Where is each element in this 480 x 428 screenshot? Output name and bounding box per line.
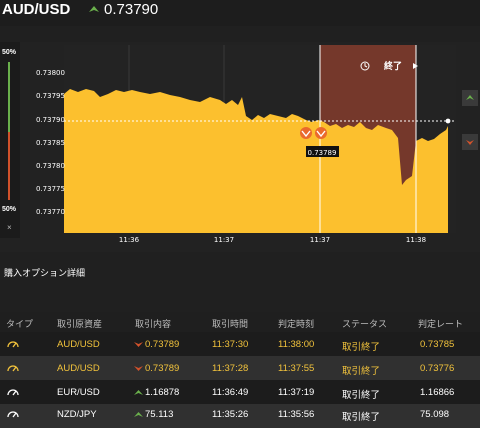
y-tick-6: 0.73770 xyxy=(36,208,65,216)
put-button[interactable] xyxy=(462,134,478,150)
table-header: タイプ 取引原資産 取引内容 取引時間 判定時刻 ステータス 判定レート xyxy=(0,312,480,332)
row-judge-time: 11:37:55 xyxy=(278,363,315,374)
row-status: 取引終了 xyxy=(342,390,381,401)
y-tick-3: 0.73785 xyxy=(36,139,65,147)
header-bar: AUD/USD 0.73790 xyxy=(0,0,480,26)
gauge-icon xyxy=(7,411,19,418)
row-entry: 1.16878 xyxy=(145,387,180,398)
x-tick-2: 11:37 xyxy=(310,236,330,244)
row-judge-time: 11:38:00 xyxy=(278,339,315,350)
row-time: 11:35:26 xyxy=(212,409,249,420)
call-button[interactable] xyxy=(462,90,478,106)
row-rate: 0.73776 xyxy=(420,363,455,374)
end-label: 終了 xyxy=(384,60,402,72)
y-tick-2: 0.73790 xyxy=(36,116,65,124)
pair-label: AUD/USD xyxy=(2,1,71,18)
arrow-up-icon xyxy=(466,95,474,100)
table-row[interactable]: EUR/USD 1.16878 11:36:49 11:37:19 取引終了 1… xyxy=(0,380,480,404)
y-tick-0: 0.73800 xyxy=(36,69,65,77)
row-judge-time: 11:37:19 xyxy=(278,387,315,398)
row-judge-time: 11:35:56 xyxy=(278,409,315,420)
col-type: タイプ xyxy=(6,319,34,329)
row-entry: 75.113 xyxy=(145,409,174,420)
row-asset: EUR/USD xyxy=(57,387,100,398)
col-time: 取引時間 xyxy=(212,319,249,329)
direction-down-icon xyxy=(134,366,143,371)
trend-up-icon xyxy=(89,6,99,12)
col-asset: 取引原資産 xyxy=(57,319,103,329)
x-tick-0: 11:36 xyxy=(119,236,140,244)
direction-up-icon xyxy=(134,390,143,395)
gauge-icon xyxy=(7,389,19,396)
row-rate: 75.098 xyxy=(420,409,450,420)
row-entry: 0.73789 xyxy=(145,363,180,374)
col-judge-time: 判定時刻 xyxy=(278,319,315,329)
row-time: 11:36:49 xyxy=(212,387,249,398)
gauge-icon xyxy=(7,341,19,348)
row-status: 取引終了 xyxy=(342,366,381,377)
x-tick-3: 11:38 xyxy=(406,236,426,244)
table-row[interactable]: NZD/JPY 75.113 11:35:26 11:35:56 取引終了 75… xyxy=(0,404,480,428)
price-chart: 0.73789 終了 0.73800 0.73795 0.73790 0.737… xyxy=(36,45,456,244)
row-entry: 0.73789 xyxy=(145,339,180,350)
col-status: ステータス xyxy=(342,319,388,329)
row-asset: AUD/USD xyxy=(57,363,100,374)
row-time: 11:37:28 xyxy=(212,363,249,374)
row-rate: 0.73785 xyxy=(420,339,455,350)
row-rate: 1.16866 xyxy=(420,387,455,398)
col-rate: 判定レート xyxy=(418,319,464,329)
table-row[interactable]: AUD/USD 0.73789 11:37:28 11:37:55 取引終了 0… xyxy=(0,356,480,380)
arrow-down-icon xyxy=(466,140,474,145)
y-tick-1: 0.73795 xyxy=(36,92,65,100)
current-point xyxy=(445,118,451,124)
chart-panel: 50% 50% × 0.73789 終了 0.73800 0.73795 0.7… xyxy=(0,42,480,252)
row-status: 取引終了 xyxy=(342,342,381,353)
row-status: 取引終了 xyxy=(342,412,381,423)
details-title: 購入オプション詳細 xyxy=(4,268,86,278)
direction-down-icon xyxy=(134,342,143,347)
price-tag: 0.73789 xyxy=(308,149,337,157)
y-tick-4: 0.73780 xyxy=(36,162,65,170)
current-price: 0.73790 xyxy=(104,1,159,18)
col-content: 取引内容 xyxy=(135,319,172,329)
row-asset: NZD/JPY xyxy=(57,409,97,420)
table-row[interactable]: AUD/USD 0.73789 11:37:30 11:38:00 取引終了 0… xyxy=(0,332,480,356)
gauge-icon xyxy=(7,365,19,372)
y-tick-5: 0.73775 xyxy=(36,185,65,193)
row-time: 11:37:30 xyxy=(212,339,249,350)
row-asset: AUD/USD xyxy=(57,339,100,350)
x-tick-1: 11:37 xyxy=(214,236,234,244)
